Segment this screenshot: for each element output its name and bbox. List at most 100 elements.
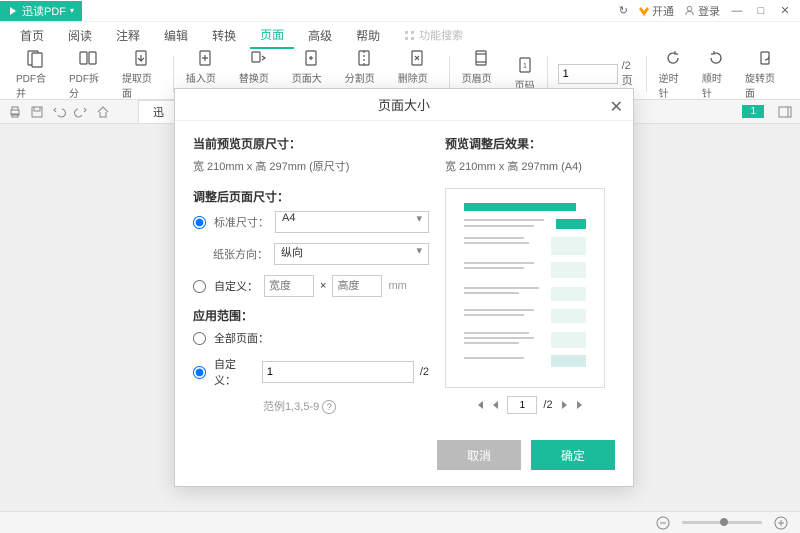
- app-logo-icon: [8, 6, 18, 16]
- cancel-button[interactable]: 取消: [437, 440, 521, 470]
- dialog-body: 当前预览页原尺寸： 宽 210mm x 高 297mm (原尺寸) 调整后页面尺…: [175, 121, 633, 428]
- reload-icon[interactable]: ↻: [619, 4, 628, 17]
- statusbar: [0, 511, 800, 533]
- page-navigation: /2页: [558, 60, 640, 88]
- rotate-ccw-icon: [663, 48, 683, 68]
- merge-icon: [25, 48, 45, 68]
- splitpage-icon: [354, 48, 374, 68]
- minimize-button[interactable]: —: [730, 4, 744, 18]
- adjusted-size-label: 调整后页面尺寸：: [193, 188, 429, 205]
- menu-help[interactable]: 帮助: [346, 23, 390, 48]
- width-input[interactable]: [264, 275, 314, 297]
- tool-merge[interactable]: PDF合并: [10, 46, 61, 102]
- menu-convert[interactable]: 转换: [202, 23, 246, 48]
- orient-label: 纸张方向：: [213, 246, 268, 262]
- preview-label: 预览调整后效果：: [445, 135, 615, 152]
- sidebar-toggle-icon[interactable]: [778, 105, 792, 119]
- preview-navigation: /2: [445, 396, 615, 414]
- separator: [173, 56, 174, 92]
- menu-page[interactable]: 页面: [250, 22, 294, 49]
- radio-range-label: 自定义：: [214, 356, 256, 388]
- zoom-out-icon[interactable]: [656, 516, 670, 530]
- tool-rotate-page[interactable]: 旋转页面: [739, 46, 790, 102]
- height-input[interactable]: [332, 275, 382, 297]
- app-badge: 迅读PDF ▾: [0, 1, 82, 21]
- rotate-page-icon: [755, 48, 775, 68]
- dialog-left: 当前预览页原尺寸： 宽 210mm x 高 297mm (原尺寸) 调整后页面尺…: [193, 135, 429, 414]
- kaitong-link[interactable]: 开通: [638, 3, 674, 19]
- replace-icon: [248, 48, 268, 68]
- first-page-icon[interactable]: [475, 400, 485, 410]
- menu-annotate[interactable]: 注释: [106, 23, 150, 48]
- dropdown-icon[interactable]: ▾: [70, 6, 74, 15]
- function-search[interactable]: 功能搜索: [404, 27, 463, 43]
- zoom-slider[interactable]: [682, 521, 762, 524]
- tool-rotate-ccw[interactable]: 逆时针: [653, 46, 694, 102]
- pagenum-icon: 1: [515, 55, 535, 75]
- tab-area: 迅: [138, 100, 179, 123]
- delete-icon: [407, 48, 427, 68]
- range-input[interactable]: [262, 361, 414, 383]
- redo-icon[interactable]: [74, 105, 88, 119]
- unit-label: mm: [388, 280, 406, 292]
- preview-page-input[interactable]: [507, 396, 537, 414]
- hint-icon[interactable]: ?: [322, 400, 336, 414]
- print-icon[interactable]: [8, 105, 22, 119]
- dialog-footer: 取消 确定: [175, 428, 633, 486]
- preview-size-text: 宽 210mm x 高 297mm (A4): [445, 158, 615, 174]
- dialog-close-button[interactable]: ✕: [610, 97, 623, 117]
- split-icon: [78, 48, 98, 68]
- undo-icon[interactable]: [52, 105, 66, 119]
- orient-select[interactable]: 纵向: [274, 243, 429, 265]
- login-link[interactable]: 登录: [684, 3, 720, 19]
- current-size-text: 宽 210mm x 高 297mm (原尺寸): [193, 158, 429, 174]
- range-total: /2: [420, 366, 429, 378]
- radio-standard-label: 标准尺寸：: [214, 214, 269, 230]
- close-button[interactable]: ✕: [778, 4, 792, 18]
- save-icon[interactable]: [30, 105, 44, 119]
- headerfooter-icon: [471, 48, 491, 68]
- svg-text:1: 1: [523, 63, 527, 70]
- menu-home[interactable]: 首页: [10, 23, 54, 48]
- radio-standard[interactable]: [193, 216, 206, 229]
- preview-page-total: /2: [543, 399, 552, 411]
- tool-rotate-cw[interactable]: 顺时针: [696, 46, 737, 102]
- prev-page-icon[interactable]: [491, 400, 501, 410]
- separator: [646, 56, 647, 92]
- maximize-button[interactable]: □: [754, 4, 768, 18]
- page-size-dialog: 页面大小 ✕ 当前预览页原尺寸： 宽 210mm x 高 297mm (原尺寸)…: [174, 88, 634, 487]
- zoom-thumb[interactable]: [720, 518, 728, 526]
- insert-icon: [195, 48, 215, 68]
- menu-edit[interactable]: 编辑: [154, 23, 198, 48]
- size-select[interactable]: A4: [275, 211, 429, 233]
- ok-button[interactable]: 确定: [531, 440, 615, 470]
- titlebar: 迅读PDF ▾ ↻ 开通 登录 — □ ✕: [0, 0, 800, 22]
- custom-size-row: 自定义： × mm: [193, 275, 429, 297]
- apply-range-label: 应用范围：: [193, 307, 429, 324]
- tool-extract[interactable]: 提取页面: [116, 46, 167, 102]
- user-icon: [684, 5, 695, 16]
- radio-custom-label: 自定义：: [214, 278, 258, 294]
- page-total: /2页: [622, 60, 640, 88]
- preview-box: [445, 188, 605, 388]
- menu-advanced[interactable]: 高级: [298, 23, 342, 48]
- document-tab[interactable]: 迅: [138, 100, 179, 123]
- zoom-in-icon[interactable]: [774, 516, 788, 530]
- separator: [547, 56, 548, 92]
- grid-icon: [404, 30, 415, 41]
- next-page-icon[interactable]: [559, 400, 569, 410]
- radio-custom-size[interactable]: [193, 280, 206, 293]
- tool-split[interactable]: PDF拆分: [63, 46, 114, 102]
- radio-all-pages[interactable]: [193, 332, 206, 345]
- last-page-icon[interactable]: [575, 400, 585, 410]
- menubar: 首页 阅读 注释 编辑 转换 页面 高级 帮助 功能搜索: [0, 22, 800, 48]
- rotate-cw-icon: [706, 48, 726, 68]
- radio-custom-range[interactable]: [193, 366, 206, 379]
- dialog-right: 预览调整后效果： 宽 210mm x 高 297mm (A4): [445, 135, 615, 414]
- home-icon[interactable]: [96, 105, 110, 119]
- app-name: 迅读PDF: [22, 3, 66, 19]
- page-input[interactable]: [558, 64, 618, 84]
- pagesize-icon: [301, 48, 321, 68]
- all-pages-row: 全部页面：: [193, 330, 429, 346]
- menu-read[interactable]: 阅读: [58, 23, 102, 48]
